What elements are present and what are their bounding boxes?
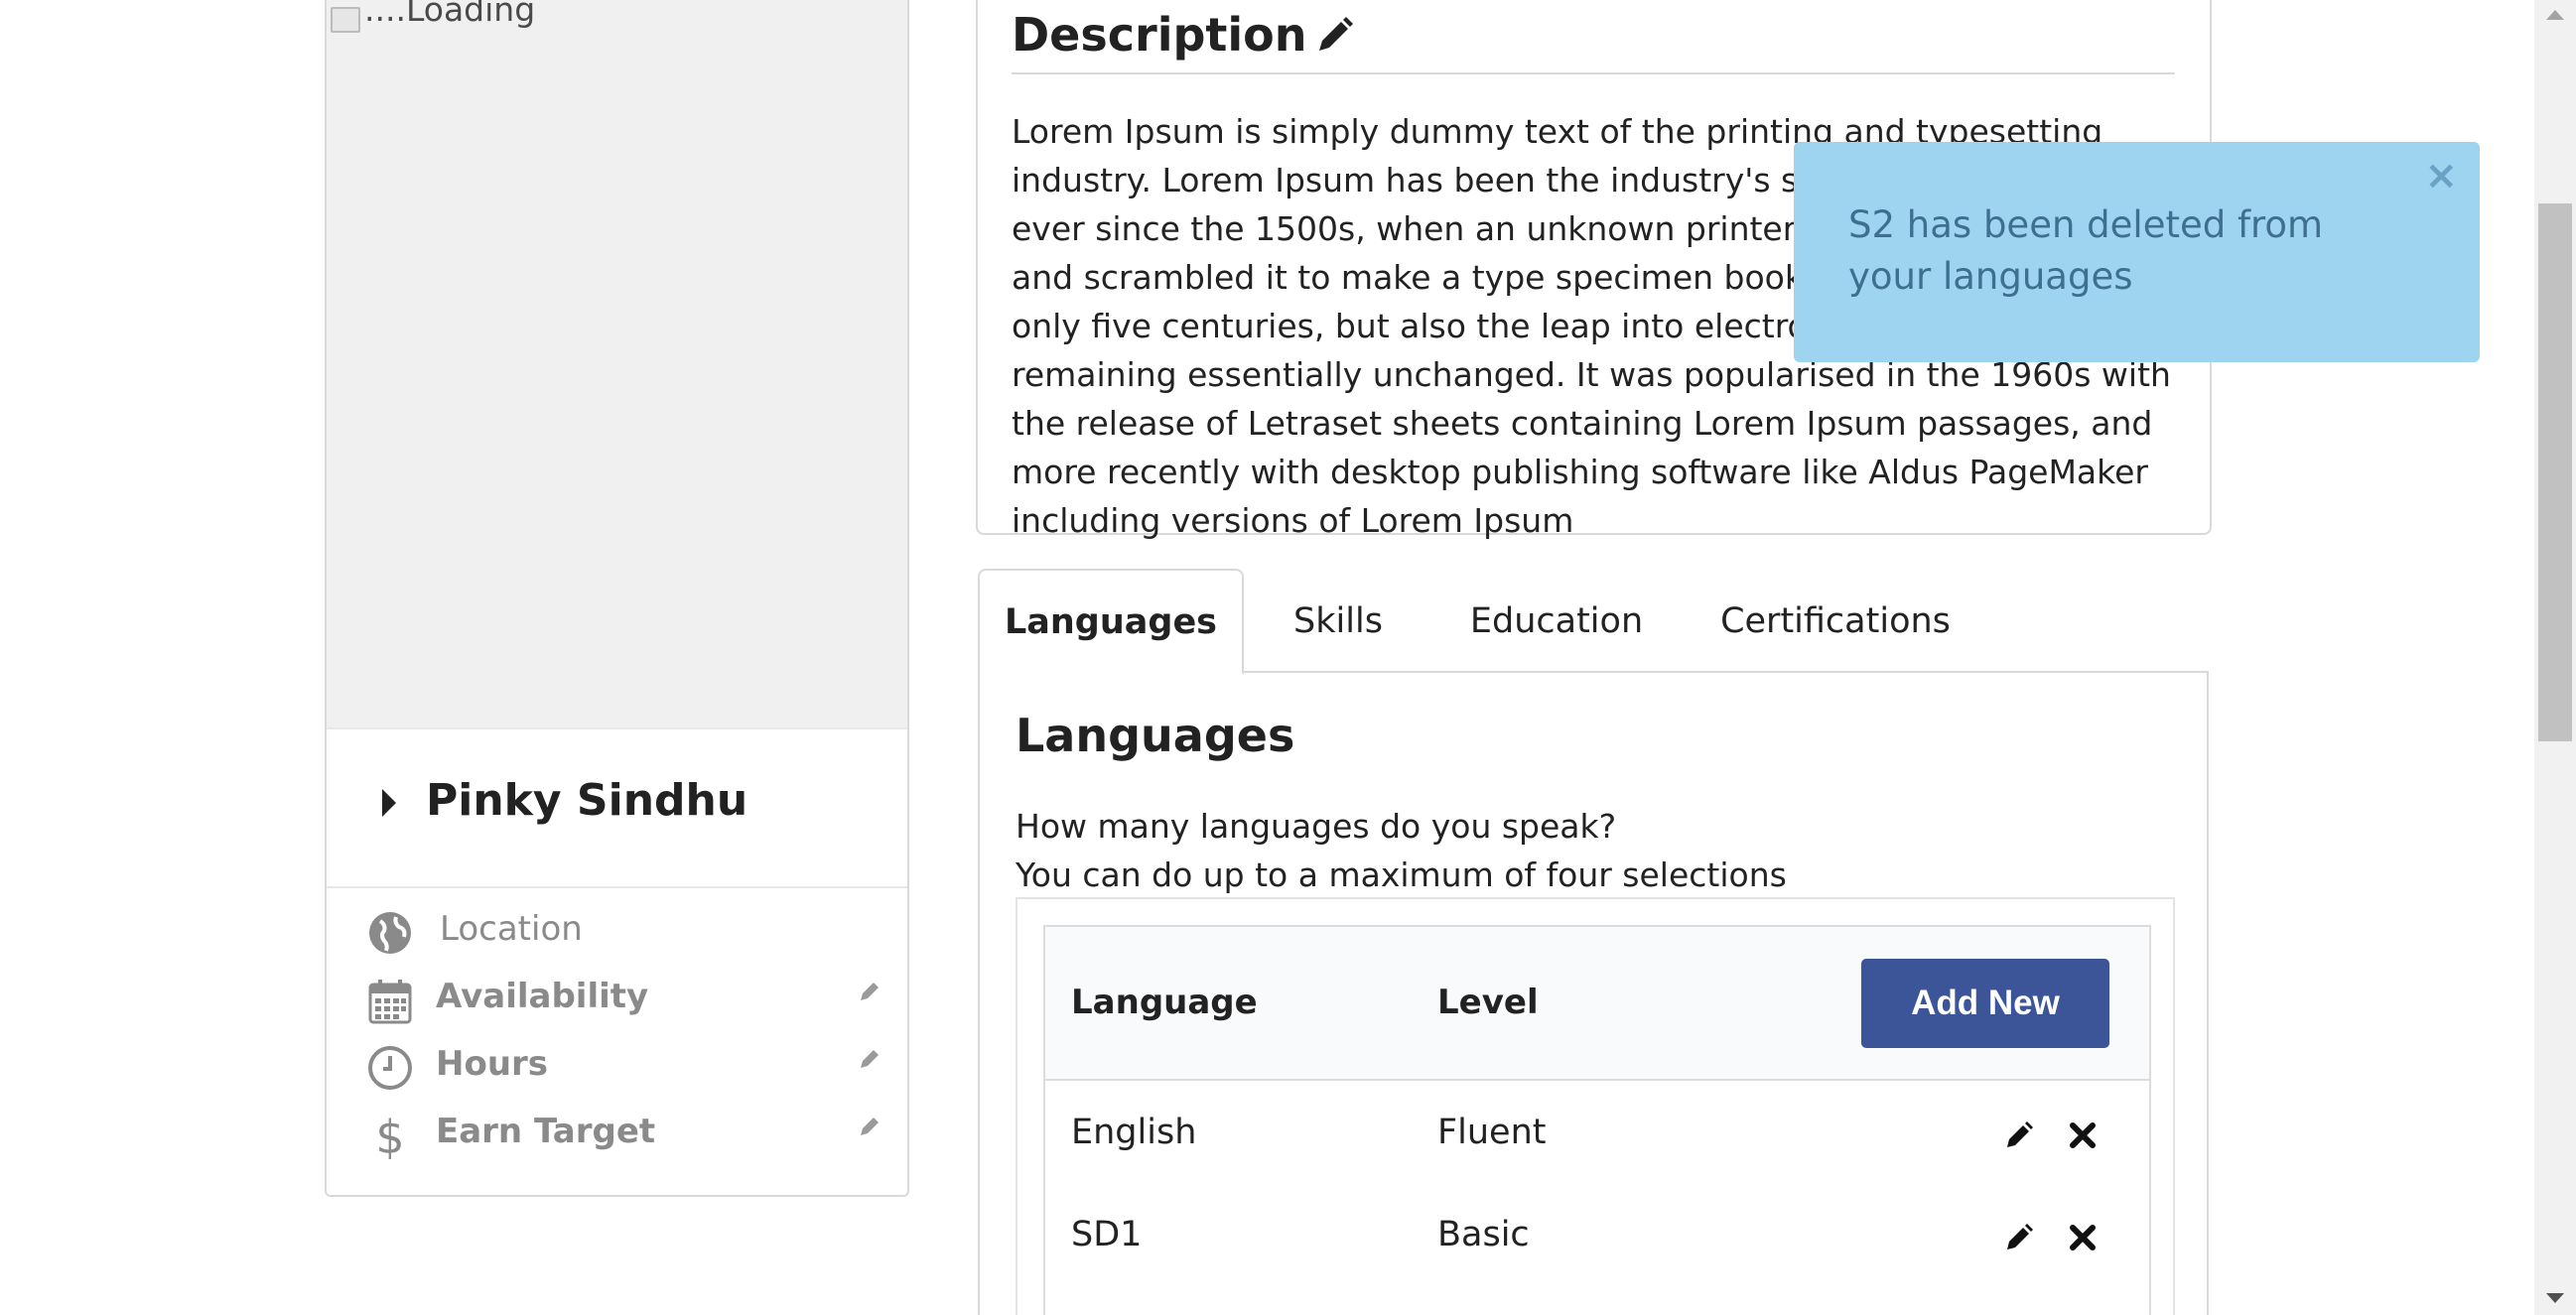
toast-close-button[interactable]: ×	[2424, 156, 2458, 196]
location-label: Location	[440, 909, 583, 949]
profile-tabs: Languages Skills Education Certification…	[978, 569, 2209, 675]
column-header-language: Language	[1071, 983, 1258, 1022]
edit-hours-icon[interactable]	[857, 1046, 882, 1072]
edit-availability-icon[interactable]	[857, 979, 882, 1004]
delete-icon[interactable]	[2068, 1223, 2098, 1252]
languages-hint: You can do up to a maximum of four selec…	[1016, 855, 1787, 894]
page-scrollbar[interactable]	[2534, 0, 2576, 1315]
profile-name: Pinky Sindhu	[426, 775, 748, 826]
edit-description-icon[interactable]	[1315, 15, 1355, 55]
profile-item-availability: Availability	[366, 971, 882, 1030]
tab-education[interactable]: Education	[1432, 569, 1681, 673]
svg-text:$: $	[375, 1112, 404, 1159]
delete-icon[interactable]	[2068, 1120, 2098, 1150]
profile-photo: ....Loading	[327, 0, 907, 727]
language-cell: English	[1071, 1113, 1197, 1152]
column-header-level: Level	[1437, 983, 1539, 1022]
tab-certifications[interactable]: Certifications	[1681, 569, 1990, 673]
photo-alt-label: ....Loading	[364, 0, 536, 29]
calendar-icon	[368, 980, 412, 1024]
dollar-icon: $	[375, 1112, 404, 1159]
table-header: Language Level Add New	[1045, 927, 2149, 1081]
languages-instructions: How many languages do you speak? You can…	[1016, 802, 1787, 899]
availability-label: Availability	[436, 977, 649, 1016]
tab-languages[interactable]: Languages	[978, 569, 1244, 675]
description-header: Description	[1012, 8, 1355, 62]
add-new-button[interactable]: Add New	[1861, 959, 2109, 1048]
level-cell: Basic	[1437, 1215, 1530, 1254]
profile-card: ....Loading Pinky Sindhu Location Availa…	[325, 0, 909, 1197]
scrollbar-thumb[interactable]	[2538, 203, 2572, 741]
profile-name-row[interactable]: Pinky Sindhu	[327, 727, 907, 888]
caret-right-icon[interactable]	[382, 789, 396, 817]
clock-icon	[368, 1046, 412, 1090]
edit-earn-target-icon[interactable]	[857, 1114, 882, 1139]
toast-message: S2 has been deleted from your languages	[1848, 203, 2324, 298]
toast-notification: × S2 has been deleted from your language…	[1794, 142, 2480, 362]
edit-icon[interactable]	[2004, 1120, 2034, 1150]
languages-heading: Languages	[1016, 709, 1295, 762]
tab-skills[interactable]: Skills	[1244, 569, 1432, 673]
description-title: Description	[1012, 8, 1307, 62]
profile-item-hours: Hours	[366, 1038, 882, 1098]
languages-question: How many languages do you speak?	[1016, 807, 1617, 846]
table-row: SD1 Basic	[1045, 1185, 2149, 1286]
broken-image-icon	[331, 6, 360, 33]
globe-icon	[369, 912, 411, 954]
table-row: English Fluent	[1045, 1083, 2149, 1184]
scroll-up-arrow-icon[interactable]	[2546, 10, 2564, 20]
photo-alt-text: ....Loading	[331, 0, 536, 33]
languages-table-wrapper: Language Level Add New English Fluent SD…	[1016, 897, 2175, 1315]
languages-panel: Languages How many languages do you spea…	[978, 671, 2209, 1315]
scroll-down-arrow-icon[interactable]	[2546, 1293, 2564, 1303]
earn-target-label: Earn Target	[436, 1112, 656, 1151]
description-divider	[1012, 72, 2175, 74]
edit-icon[interactable]	[2004, 1223, 2034, 1252]
hours-label: Hours	[436, 1044, 549, 1084]
profile-item-location: Location	[366, 903, 882, 963]
language-cell: SD1	[1071, 1215, 1143, 1254]
level-cell: Fluent	[1437, 1113, 1547, 1152]
profile-item-earn-target: $ Earn Target	[366, 1106, 882, 1165]
languages-table: Language Level Add New English Fluent SD…	[1043, 925, 2151, 1315]
